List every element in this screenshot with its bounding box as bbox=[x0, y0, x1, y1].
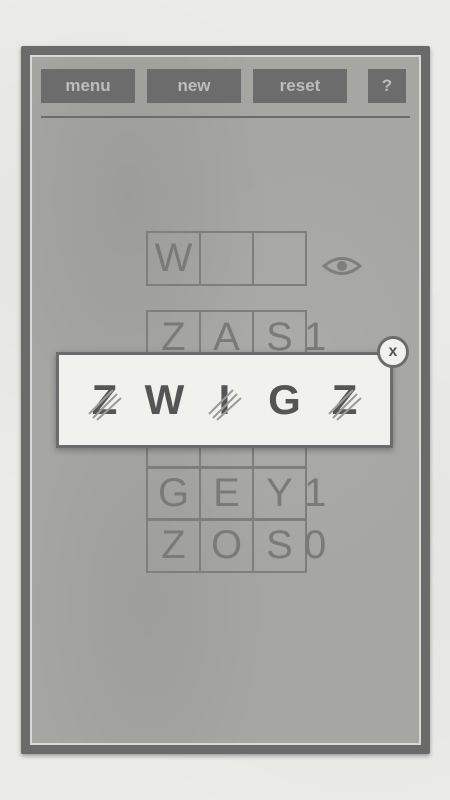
solution-letter: G bbox=[268, 376, 301, 423]
guess-cell[interactable]: W bbox=[146, 231, 201, 286]
history-cell: Z bbox=[146, 518, 201, 573]
eye-icon[interactable] bbox=[322, 255, 362, 277]
guess-row: W bbox=[146, 231, 307, 286]
scribble-icon bbox=[87, 389, 122, 421]
guess-cell[interactable] bbox=[252, 231, 307, 286]
row-score: 0 bbox=[304, 523, 327, 567]
solution-word: Z W I G Z bbox=[75, 376, 375, 424]
guess-cell[interactable] bbox=[199, 231, 254, 286]
history-cell: E bbox=[199, 466, 254, 521]
history-cell: Y bbox=[252, 466, 307, 521]
scribble-icon bbox=[327, 389, 362, 421]
history-cell: O bbox=[199, 518, 254, 573]
scribble-icon bbox=[207, 389, 242, 421]
solution-popup: Z W I G Z bbox=[56, 352, 393, 448]
history-cell: G bbox=[146, 466, 201, 521]
solution-letter: Z bbox=[315, 376, 375, 424]
history-cell: S bbox=[252, 518, 307, 573]
solution-letter: W bbox=[144, 376, 185, 423]
solution-letter: Z bbox=[75, 376, 135, 424]
history-row: G E Y bbox=[146, 466, 307, 521]
close-popup-button[interactable]: x bbox=[377, 336, 409, 368]
row-score: 1 bbox=[304, 471, 327, 515]
solution-letter: I bbox=[195, 376, 255, 424]
history-row: Z O S bbox=[146, 518, 307, 573]
